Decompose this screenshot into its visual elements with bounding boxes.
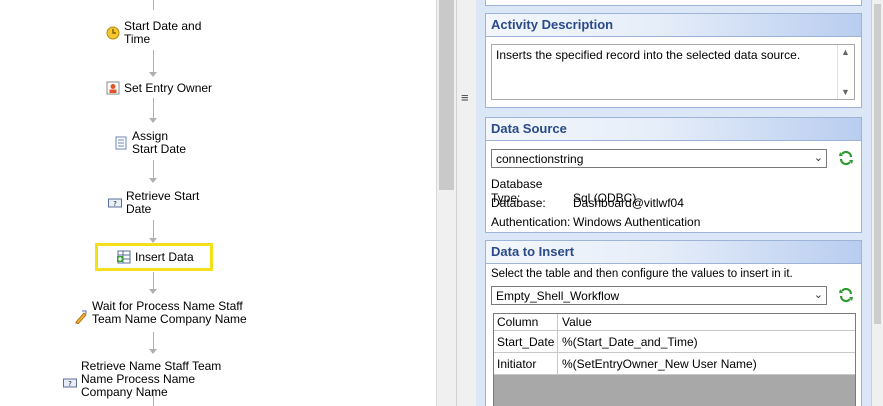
- description-text: Inserts the specified record into the se…: [496, 48, 801, 62]
- data-source-group: Data Source connectionstring ⌄ Database …: [485, 117, 862, 233]
- field-value: Dashboard@vitlwf04: [573, 196, 684, 210]
- document-icon: [115, 136, 127, 150]
- activity-description-text[interactable]: Inserts the specified record into the se…: [491, 44, 855, 100]
- connector-arrow: [149, 72, 157, 77]
- panel-splitter[interactable]: ≡: [456, 0, 476, 406]
- chevron-down-icon[interactable]: ⌄: [814, 288, 823, 301]
- connector-line: [153, 50, 154, 72]
- chevron-down-icon[interactable]: ⌄: [814, 151, 823, 164]
- row-column: Start_Date: [497, 335, 555, 349]
- column-separator: [557, 331, 558, 352]
- field-label: Authentication:: [491, 215, 571, 229]
- workflow-node-retrieve-name-staff[interactable]: ? Retrieve Name Staff Team Name Process …: [63, 360, 241, 399]
- node-label: Start Date and Time: [124, 19, 202, 46]
- workflow-node-assign-start-date[interactable]: Assign Start Date: [114, 130, 196, 156]
- column-separator: [557, 314, 558, 330]
- workflow-node-start-date-and-time[interactable]: Start Date and Time: [106, 20, 204, 46]
- node-label: Set Entry Owner: [124, 80, 213, 95]
- scrollbar-thumb[interactable]: [439, 0, 454, 190]
- connection-value: connectionstring: [496, 152, 584, 166]
- table-row[interactable]: Initiator %(SetEntryOwner_New User Name): [494, 353, 855, 375]
- field-value: Windows Authentication: [573, 215, 701, 229]
- grip-icon: ≡: [461, 90, 469, 105]
- svg-text:?: ?: [113, 200, 117, 208]
- chevron-up-icon[interactable]: ▲: [841, 47, 850, 57]
- column-header: Column: [497, 315, 539, 329]
- table-value: Empty_Shell_Workflow: [496, 289, 620, 303]
- group-header: Data to Insert: [486, 241, 861, 264]
- table-select[interactable]: Empty_Shell_Workflow ⌄: [491, 286, 827, 305]
- group-header: Activity Description: [486, 14, 861, 37]
- retrieve-data-icon: ?: [63, 378, 77, 388]
- connector-line: [153, 220, 154, 240]
- workflow-node-set-entry-owner[interactable]: Set Entry Owner: [106, 81, 212, 95]
- previous-group-edge: [485, 0, 862, 6]
- connector-arrow: [149, 289, 157, 294]
- field-label: Database:: [491, 196, 546, 210]
- table-row[interactable]: Start_Date %(Start_Date_and_Time): [494, 331, 855, 353]
- refresh-icon[interactable]: [838, 150, 854, 166]
- retrieve-data-icon: ?: [108, 198, 122, 208]
- activity-description-group: Activity Description Inserts the specifi…: [485, 13, 862, 108]
- refresh-icon[interactable]: [838, 287, 854, 303]
- workflow-node-wait-for-process[interactable]: Wait for Process Name Staff Team Name Co…: [74, 300, 252, 326]
- connector-line: [153, 272, 154, 290]
- data-to-insert-group: Data to Insert Select the table and then…: [485, 240, 862, 406]
- svg-text:?: ?: [68, 380, 72, 388]
- connection-select[interactable]: connectionstring ⌄: [491, 149, 827, 168]
- connector-line: [153, 98, 154, 118]
- group-header: Data Source: [486, 118, 861, 141]
- connector-line: [153, 332, 154, 350]
- chevron-down-icon[interactable]: ▼: [841, 87, 850, 97]
- insert-instruction: Select the table and then configure the …: [491, 268, 793, 280]
- workflow-node-retrieve-start-date[interactable]: ? Retrieve Start Date: [108, 190, 200, 216]
- insert-data-icon: [117, 250, 131, 264]
- database-row: Database: Dashboard@vitlwf04: [491, 196, 684, 210]
- panel-vertical-scrollbar[interactable]: [871, 0, 883, 406]
- insert-values-grid[interactable]: Column Value Start_Date %(Start_Date_and…: [493, 313, 856, 406]
- row-value[interactable]: %(SetEntryOwner_New User Name): [562, 357, 757, 371]
- clock-icon: [106, 26, 120, 40]
- connector-arrow: [149, 178, 157, 183]
- row-value[interactable]: %(Start_Date_and_Time): [562, 335, 698, 349]
- workflow-node-insert-data[interactable]: Insert Data: [117, 250, 194, 264]
- authentication-row: Authentication: Windows Authentication: [491, 215, 700, 229]
- node-label: Retrieve Start Date: [126, 189, 200, 216]
- connector-line: [153, 0, 154, 10]
- value-header: Value: [562, 315, 592, 329]
- node-label: Insert Data: [135, 249, 194, 264]
- grid-header-row: Column Value: [494, 314, 855, 331]
- pen-icon: [75, 310, 87, 324]
- connector-arrow: [149, 118, 157, 123]
- node-label: Wait for Process Name Staff Team Name Co…: [92, 299, 247, 326]
- node-label: Retrieve Name Staff Team Name Process Na…: [81, 359, 222, 399]
- properties-panel: Activity Description Inserts the specifi…: [476, 0, 871, 406]
- node-label: Assign Start Date: [132, 129, 187, 156]
- row-column: Initiator: [497, 357, 537, 371]
- connector-line: [153, 160, 154, 178]
- workflow-canvas[interactable]: Start Date and Time Set Entry Owner Assi…: [0, 0, 436, 406]
- connector-arrow: [149, 349, 157, 354]
- column-separator: [557, 353, 558, 374]
- scrollbar-thumb[interactable]: [874, 4, 881, 324]
- text-scrollbar[interactable]: ▲ ▼: [837, 45, 854, 99]
- user-card-icon: [106, 81, 120, 95]
- canvas-vertical-scrollbar[interactable]: [436, 0, 456, 406]
